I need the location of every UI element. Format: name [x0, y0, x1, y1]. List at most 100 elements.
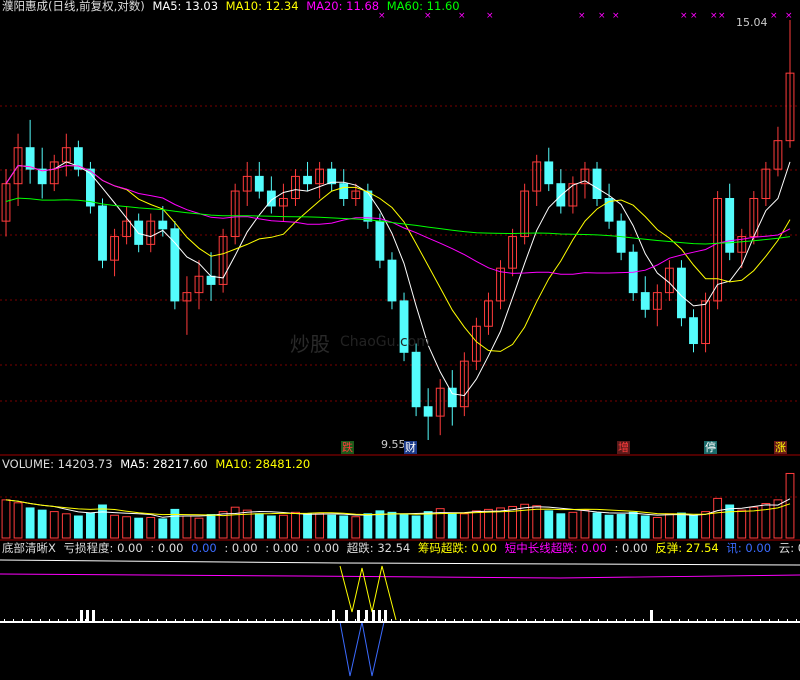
baseline-tick — [508, 619, 509, 622]
volume-bar — [592, 512, 602, 539]
candle-body — [725, 197, 735, 253]
indicator-t7: 超跌: 32.54 — [346, 541, 411, 555]
baseline-tick — [112, 619, 113, 622]
baseline-tick — [238, 619, 239, 622]
volume-bar — [363, 513, 373, 539]
volume-bar — [327, 514, 337, 539]
baseline-tick — [742, 619, 743, 622]
volume-bar — [640, 515, 650, 539]
baseline-tick — [85, 619, 86, 622]
candle-body — [158, 220, 168, 230]
candle-body — [86, 168, 95, 207]
baseline-tick — [706, 619, 707, 622]
baseline-tick — [391, 619, 392, 622]
low-price-label: 9.55 — [381, 438, 406, 451]
baseline-tick — [337, 619, 338, 622]
baseline-tick — [283, 619, 284, 622]
baseline-tick — [733, 619, 734, 622]
indicator-t2: : 0.00 — [150, 541, 184, 555]
baseline-tick — [157, 619, 158, 622]
baseline-tick — [544, 619, 545, 622]
volume-bar — [664, 513, 674, 539]
candle-body — [254, 175, 264, 192]
baseline-tick — [310, 619, 311, 622]
baseline-tick — [121, 619, 122, 622]
candle-body — [640, 292, 650, 310]
volume-bar — [520, 503, 530, 539]
top-marker: × — [718, 11, 726, 21]
baseline-tick — [517, 619, 518, 622]
volume-bar — [628, 511, 638, 539]
candle-body — [363, 190, 373, 222]
indicator-t12: 讯: 0.00 — [726, 541, 772, 555]
baseline-tick — [787, 619, 788, 622]
baseline-tick — [436, 619, 437, 622]
top-marker: × — [486, 11, 494, 21]
baseline-tick — [454, 619, 455, 622]
volume-bar — [134, 517, 144, 539]
baseline-tick — [598, 619, 599, 622]
volume-bar — [170, 508, 180, 539]
baseline-tick — [670, 619, 671, 622]
baseline-tick — [211, 619, 212, 622]
baseline-tick — [652, 619, 653, 622]
volume-bar — [604, 514, 614, 539]
marker-zhang: 涨 — [774, 441, 787, 454]
indicator-t4: : 0.00 — [224, 541, 258, 555]
stock-title: 濮阳惠成(日线,前复权,对数) — [2, 0, 145, 13]
top-marker: × — [785, 11, 793, 21]
baseline-tick — [256, 619, 257, 622]
baseline-tick — [715, 619, 716, 622]
baseline-tick — [220, 619, 221, 622]
baseline-tick — [751, 619, 752, 622]
baseline-tick — [526, 619, 527, 622]
volume-bar — [737, 509, 747, 539]
baseline-tick — [76, 619, 77, 622]
baseline-tick — [571, 619, 572, 622]
indicator-magenta-line — [0, 573, 800, 579]
top-marker: × — [680, 11, 688, 21]
baseline-tick — [472, 619, 473, 622]
baseline-tick — [499, 619, 500, 622]
baseline-tick — [139, 619, 140, 622]
volume-bar — [701, 511, 710, 539]
ma20-line — [5, 164, 791, 275]
volume-bar — [387, 511, 397, 539]
top-marker: × — [612, 11, 620, 21]
baseline-tick — [67, 619, 68, 622]
baseline-tick — [418, 619, 419, 622]
volume-bar — [315, 512, 325, 539]
candle-body — [544, 161, 554, 185]
volume-bar — [278, 514, 288, 539]
baseline-tick — [724, 619, 725, 622]
signal-bar — [378, 610, 381, 622]
volume-bar — [206, 514, 216, 539]
ma60-label: MA60: 11.60 — [386, 0, 460, 13]
baseline-tick — [769, 619, 770, 622]
volume-bar — [291, 511, 300, 539]
marker-cai: 财 — [404, 441, 417, 454]
baseline-tick — [301, 619, 302, 622]
volume-bar — [399, 514, 409, 539]
baseline-tick — [13, 619, 14, 622]
volume-bar — [459, 513, 469, 539]
candle-body — [689, 317, 698, 345]
baseline-tick — [562, 619, 563, 622]
top-marker: × — [578, 11, 586, 21]
candle-body — [25, 147, 35, 170]
volume-ma5-label: MA5: 28217.60 — [120, 457, 208, 471]
baseline-tick — [58, 619, 59, 622]
candle-body — [411, 351, 421, 408]
volume-bar — [98, 504, 107, 539]
volume-bar — [713, 497, 723, 539]
candle-body — [387, 259, 397, 302]
indicator-t1: 亏损程度: 0.00 — [63, 541, 143, 555]
volume-header: VOLUME: 14203.73 MA5: 28217.60 MA10: 284… — [2, 458, 314, 471]
baseline-tick — [175, 619, 176, 622]
candle-body — [592, 168, 602, 199]
volume-bar — [230, 506, 240, 539]
volume-bar — [484, 508, 493, 539]
indicator-t10: : 0.00 — [614, 541, 648, 555]
indicator-t6: : 0.00 — [306, 541, 340, 555]
indicator-t13: 云: 0.00 — [778, 541, 800, 555]
